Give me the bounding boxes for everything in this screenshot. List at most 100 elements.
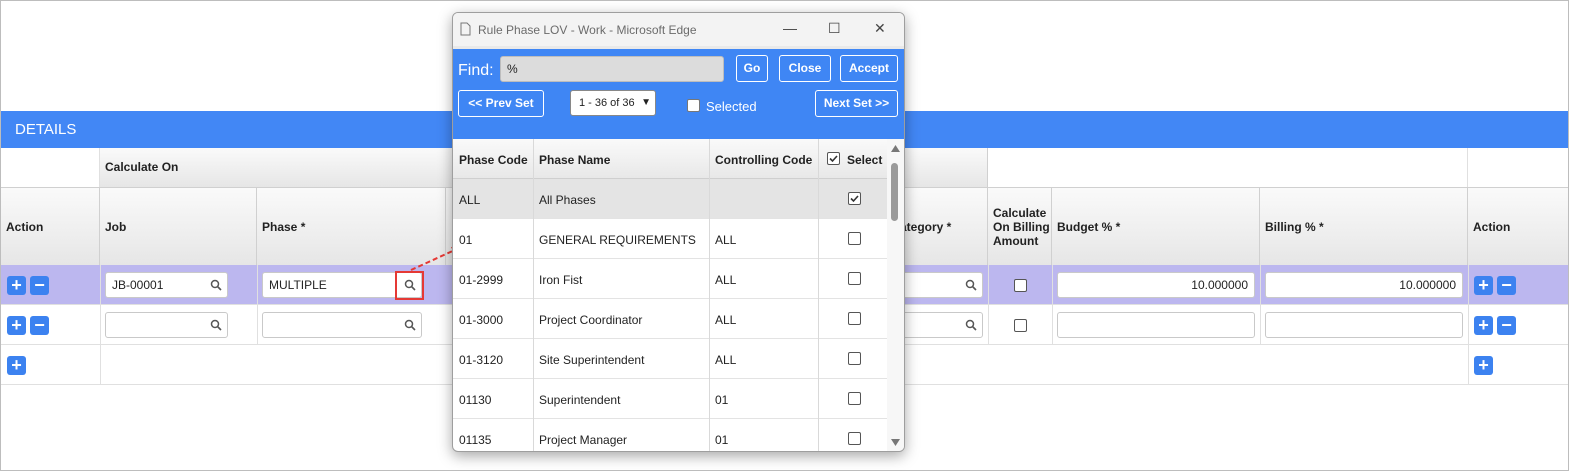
add-row-button-right[interactable]: + bbox=[1474, 356, 1493, 375]
phase-code: 01-3000 bbox=[459, 313, 504, 327]
scroll-up-icon[interactable] bbox=[891, 145, 900, 152]
minimize-icon[interactable]: — bbox=[783, 20, 797, 36]
lov-row[interactable]: 01135 Project Manager 01 bbox=[453, 419, 887, 451]
row-select-checkbox[interactable] bbox=[848, 272, 861, 285]
col-phase-code: Phase Code bbox=[459, 153, 528, 167]
phase-name: All Phases bbox=[539, 193, 596, 207]
divider bbox=[257, 265, 258, 345]
col-action: Action bbox=[1, 187, 100, 265]
controlling-code: ALL bbox=[715, 273, 737, 287]
remove-row-button[interactable]: − bbox=[30, 316, 49, 335]
remove-row-button-right[interactable]: − bbox=[1497, 316, 1516, 335]
remove-row-button[interactable]: − bbox=[30, 276, 49, 295]
phase-code: 01 bbox=[459, 233, 473, 247]
lov-row[interactable]: 01-3000 Project Coordinator ALL bbox=[453, 299, 887, 339]
scroll-down-icon[interactable] bbox=[891, 439, 900, 446]
add-row-button[interactable]: + bbox=[7, 276, 26, 295]
page-icon bbox=[460, 22, 471, 36]
add-row-button[interactable]: + bbox=[7, 316, 26, 335]
col-controlling-code: Controlling Code bbox=[715, 153, 813, 167]
phase-name: Site Superintendent bbox=[539, 353, 645, 367]
close-button[interactable]: Close bbox=[779, 55, 831, 82]
col-billing-label: Billing % * bbox=[1265, 219, 1324, 234]
range-select[interactable]: 1 - 36 of 36 ▼ bbox=[570, 90, 656, 116]
col-budget-label: Budget % * bbox=[1057, 219, 1121, 234]
go-button[interactable]: Go bbox=[736, 55, 768, 82]
window-titlebar: Rule Phase LOV - Work - Microsoft Edge —… bbox=[453, 13, 904, 46]
controlling-code: 01 bbox=[715, 433, 729, 447]
header-blank bbox=[1, 148, 100, 187]
phase-input[interactable] bbox=[262, 312, 422, 338]
budget-input[interactable] bbox=[1057, 312, 1255, 338]
col-action-right-label: Action bbox=[1473, 219, 1511, 234]
selected-label: Selected bbox=[706, 99, 757, 114]
controlling-code: 01 bbox=[715, 393, 729, 407]
check-icon bbox=[829, 155, 838, 163]
lov-table-header: Phase Code Phase Name Controlling Code S… bbox=[453, 139, 887, 179]
add-row-button-right[interactable]: + bbox=[1474, 276, 1493, 295]
find-value: % bbox=[507, 62, 518, 76]
divider bbox=[1468, 265, 1469, 385]
row-select-checkbox[interactable] bbox=[848, 352, 861, 365]
phase-code: ALL bbox=[459, 193, 481, 207]
phase-name: Superintendent bbox=[539, 393, 621, 407]
billing-input[interactable]: 10.000000 bbox=[1265, 272, 1463, 298]
col-job-label: Job bbox=[105, 219, 127, 234]
rule-phase-lov-window: Rule Phase LOV - Work - Microsoft Edge —… bbox=[452, 12, 905, 452]
controlling-code: ALL bbox=[715, 233, 737, 247]
lov-row[interactable]: ALL All Phases bbox=[453, 179, 887, 219]
search-icon[interactable] bbox=[404, 319, 416, 331]
col-phase-label: Phase * bbox=[262, 219, 306, 234]
col-phase-name: Phase Name bbox=[539, 153, 611, 167]
budget-value: 10.000000 bbox=[1191, 278, 1248, 292]
col-calc-billing: Calculate On Billing Amount bbox=[988, 187, 1052, 265]
phase-code: 01135 bbox=[459, 433, 492, 447]
lov-row[interactable]: 01130 Superintendent 01 bbox=[453, 379, 887, 419]
row-select-checkbox[interactable] bbox=[848, 192, 861, 205]
add-row-button-right[interactable]: + bbox=[1474, 316, 1493, 335]
job-input[interactable]: JB-00001 bbox=[105, 272, 228, 298]
search-icon[interactable] bbox=[965, 279, 977, 291]
job-input[interactable] bbox=[105, 312, 228, 338]
search-icon[interactable] bbox=[965, 319, 977, 331]
close-window-icon[interactable]: ✕ bbox=[874, 20, 886, 37]
phase-name: Project Coordinator bbox=[539, 313, 643, 327]
accept-button[interactable]: Accept bbox=[840, 55, 898, 82]
check-icon bbox=[850, 195, 859, 203]
chevron-down-icon: ▼ bbox=[641, 97, 651, 108]
divider bbox=[1260, 265, 1261, 345]
col-billing: Billing % * bbox=[1260, 187, 1468, 265]
billing-value: 10.000000 bbox=[1399, 278, 1456, 292]
lov-row[interactable]: 01 GENERAL REQUIREMENTS ALL bbox=[453, 219, 887, 259]
lov-row[interactable]: 01-3120 Site Superintendent ALL bbox=[453, 339, 887, 379]
phase-name: Project Manager bbox=[539, 433, 628, 447]
row-select-checkbox[interactable] bbox=[848, 312, 861, 325]
maximize-icon[interactable]: ☐ bbox=[828, 20, 841, 37]
find-label: Find: bbox=[458, 62, 494, 79]
scrollbar-thumb[interactable] bbox=[891, 163, 898, 221]
window-title: Rule Phase LOV - Work - Microsoft Edge bbox=[478, 23, 697, 37]
prev-set-button[interactable]: << Prev Set bbox=[458, 90, 544, 117]
row-select-checkbox[interactable] bbox=[848, 432, 861, 445]
divider bbox=[533, 139, 534, 451]
search-icon[interactable] bbox=[210, 279, 222, 291]
col-action-right: Action bbox=[1468, 187, 1568, 265]
selected-checkbox[interactable] bbox=[687, 99, 700, 112]
phase-code: 01130 bbox=[459, 393, 492, 407]
lov-row[interactable]: 01-2999 Iron Fist ALL bbox=[453, 259, 887, 299]
next-set-button[interactable]: Next Set >> bbox=[815, 90, 898, 117]
calc-billing-checkbox[interactable] bbox=[1014, 279, 1027, 292]
row-select-checkbox[interactable] bbox=[848, 232, 861, 245]
find-input[interactable]: % bbox=[500, 56, 724, 82]
header-blank-far bbox=[1468, 148, 1568, 187]
calc-billing-checkbox[interactable] bbox=[1014, 319, 1027, 332]
lov-toolbar: Find: % Go Close Accept << Prev Set 1 - … bbox=[453, 49, 904, 139]
select-all-checkbox[interactable] bbox=[827, 152, 840, 165]
remove-row-button-right[interactable]: − bbox=[1497, 276, 1516, 295]
add-row-button[interactable]: + bbox=[7, 356, 26, 375]
budget-input[interactable]: 10.000000 bbox=[1057, 272, 1255, 298]
search-icon[interactable] bbox=[210, 319, 222, 331]
billing-input[interactable] bbox=[1265, 312, 1463, 338]
col-calc-billing-label: Calculate On Billing Amount bbox=[993, 205, 1050, 248]
row-select-checkbox[interactable] bbox=[848, 392, 861, 405]
